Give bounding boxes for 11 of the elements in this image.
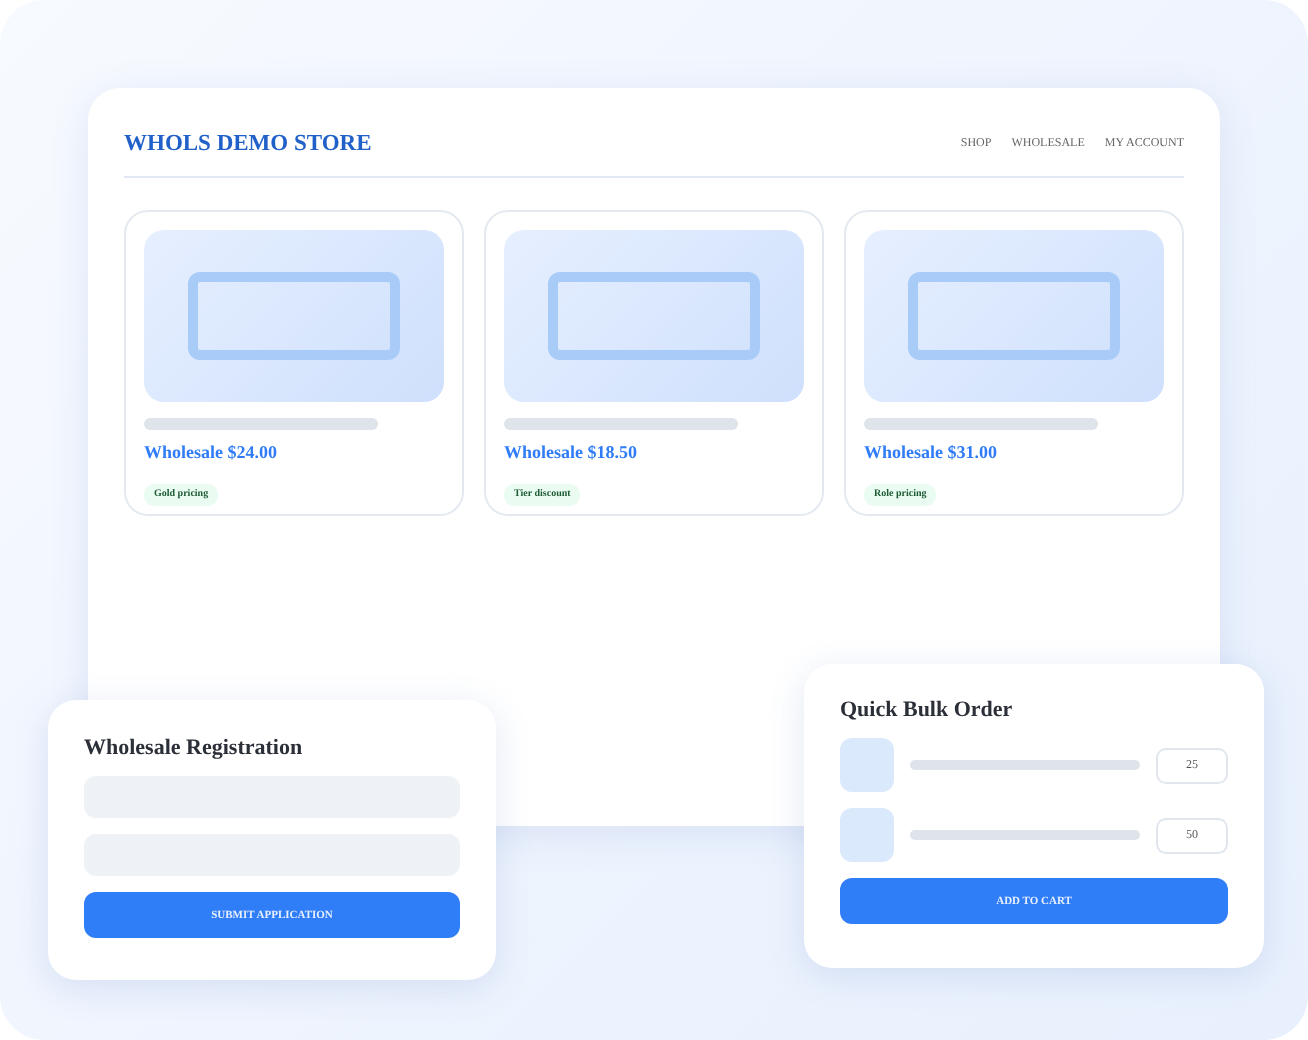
store-title: WHOLS DEMO STORE	[124, 132, 372, 156]
product-thumbnail	[840, 738, 894, 792]
price-label: Wholesale $31.00	[864, 442, 999, 462]
price-label: Wholesale $24.00	[144, 442, 279, 462]
card-title: Quick Bulk Order	[840, 698, 1015, 722]
frame-icon	[548, 272, 760, 360]
price-label: Wholesale $18.50	[504, 442, 639, 462]
card-title: Wholesale Registration	[84, 736, 305, 760]
frame-icon	[908, 272, 1120, 360]
product-thumbnail	[840, 808, 894, 862]
frame-icon	[188, 272, 400, 360]
